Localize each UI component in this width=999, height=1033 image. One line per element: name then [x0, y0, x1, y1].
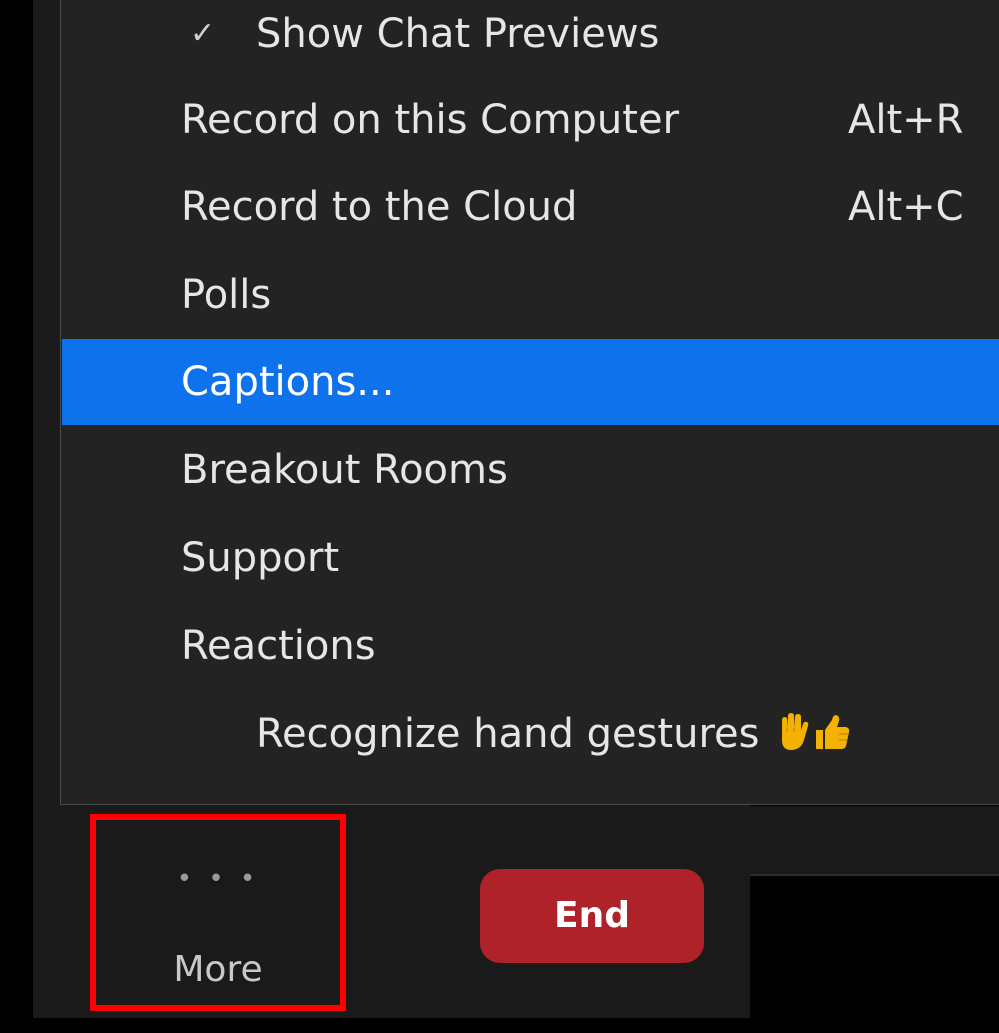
end-meeting-button[interactable]: End	[480, 869, 704, 963]
menu-item-shortcut: Alt+C	[848, 184, 964, 230]
menu-item-label: Breakout Rooms	[181, 447, 508, 493]
menu-item-label: Support	[181, 535, 340, 581]
toolbar-divider	[750, 874, 999, 876]
menu-item-record-to-cloud[interactable]: Record to the Cloud Alt+C	[62, 164, 999, 250]
menu-item-label: Record on this Computer	[181, 97, 680, 143]
menu-item-label: Reactions	[181, 623, 376, 669]
menu-item-polls[interactable]: Polls	[62, 252, 999, 338]
menu-item-shortcut: Alt+R	[848, 97, 964, 143]
menu-item-label: Record to the Cloud	[181, 184, 578, 230]
menu-item-captions[interactable]: Captions...	[62, 339, 999, 425]
more-context-menu: ✓ Show Chat Previews Record on this Comp…	[60, 0, 999, 805]
more-button-label: More	[173, 949, 263, 990]
checkmark-icon: ✓	[190, 16, 216, 51]
meeting-window: ✓ Show Chat Previews Record on this Comp…	[0, 0, 999, 1033]
menu-item-label: Captions...	[181, 359, 395, 405]
menu-item-label-wrap: Recognize hand gestures	[256, 691, 852, 777]
ellipsis-icon: • • •	[176, 864, 260, 894]
menu-item-show-chat-previews[interactable]: ✓ Show Chat Previews	[62, 0, 999, 77]
menu-item-recognize-hand-gestures[interactable]: Recognize hand gestures	[62, 691, 999, 777]
menu-item-support[interactable]: Support	[62, 515, 999, 601]
menu-item-record-on-computer[interactable]: Record on this Computer Alt+R	[62, 77, 999, 163]
thumbs-up-icon	[816, 715, 850, 749]
menu-item-label: Polls	[181, 272, 272, 318]
raised-hand-icon	[782, 713, 809, 750]
menu-item-label: Recognize hand gestures	[256, 711, 760, 757]
toolbar-right-area	[750, 806, 999, 874]
menu-item-breakout-rooms[interactable]: Breakout Rooms	[62, 427, 999, 513]
menu-item-reactions[interactable]: Reactions	[62, 603, 999, 689]
menu-item-label: Show Chat Previews	[256, 11, 660, 57]
more-button[interactable]: • • • More	[90, 814, 346, 1011]
